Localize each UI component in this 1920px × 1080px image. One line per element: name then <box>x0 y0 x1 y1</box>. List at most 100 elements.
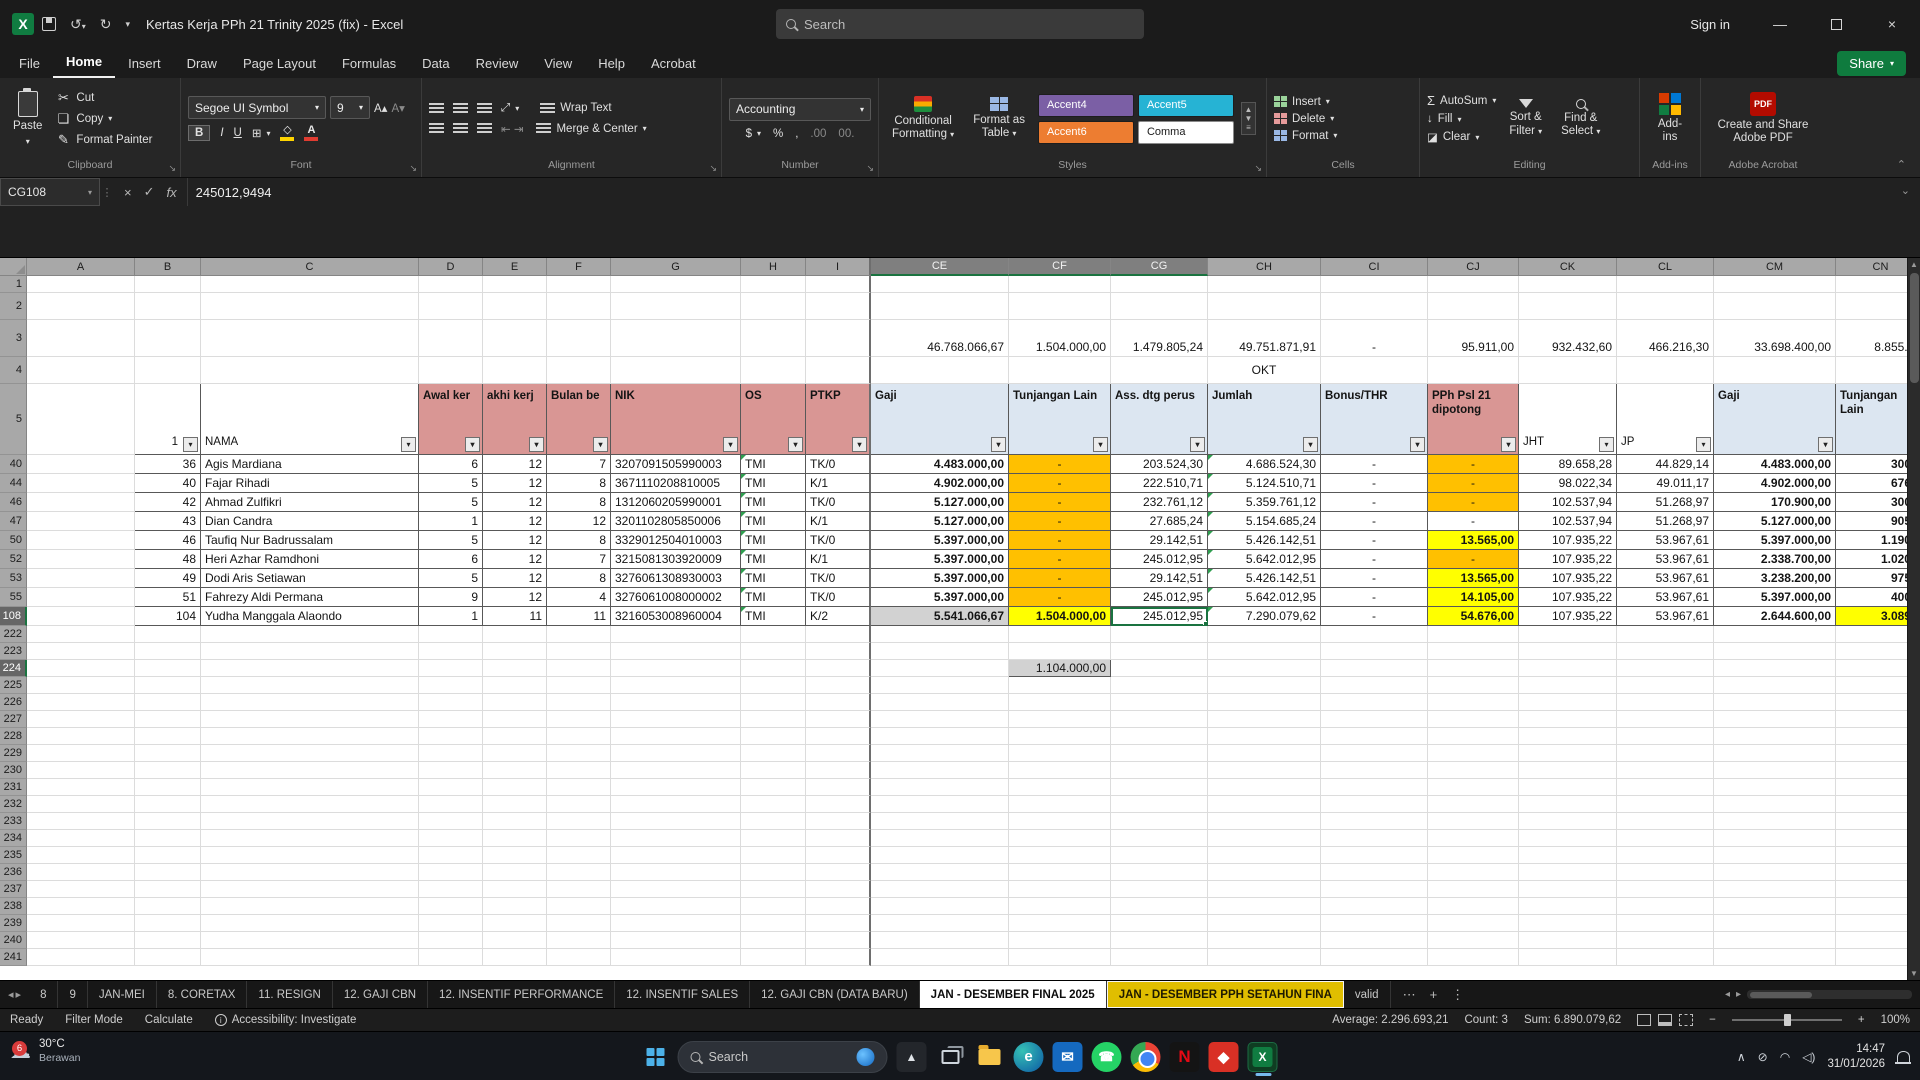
percent-style-icon[interactable]: % <box>773 128 783 140</box>
cell-F53[interactable]: 8 <box>547 569 611 588</box>
header-cell-CG[interactable]: Ass. dtg perus▾ <box>1111 384 1208 455</box>
cell-CE53[interactable]: 5.397.000,00 <box>871 569 1009 588</box>
cell-F[interactable] <box>547 677 611 694</box>
cell-CF[interactable] <box>1009 762 1111 779</box>
increase-font-icon[interactable]: A▴ <box>374 101 387 115</box>
cell-H[interactable] <box>741 728 806 745</box>
cell-CH[interactable] <box>1208 949 1321 966</box>
cell-D[interactable] <box>419 779 483 796</box>
row-header-234[interactable]: 234 <box>0 830 27 847</box>
cell-H[interactable] <box>741 643 806 660</box>
cell-CL52[interactable]: 53.967,61 <box>1617 550 1714 569</box>
close-button[interactable]: × <box>1864 0 1920 48</box>
cell-CF50[interactable]: - <box>1009 531 1111 550</box>
cell-C[interactable] <box>201 813 419 830</box>
start-button[interactable] <box>643 1044 669 1070</box>
minimize-button[interactable]: — <box>1752 0 1808 48</box>
cell-CG[interactable] <box>1111 694 1208 711</box>
cell-CJ[interactable] <box>1428 357 1519 384</box>
cancel-entry-icon[interactable]: × <box>124 185 132 200</box>
cell-G52[interactable]: 3215081303920009 <box>611 550 741 569</box>
cell-CJ[interactable] <box>1428 745 1519 762</box>
cell-G[interactable] <box>611 276 741 293</box>
cell-CF47[interactable]: - <box>1009 512 1111 531</box>
cell-CG[interactable] <box>1111 813 1208 830</box>
cell-E[interactable] <box>483 881 547 898</box>
cell-A[interactable] <box>27 898 135 915</box>
row-header-2[interactable]: 2 <box>0 293 27 320</box>
cell-CK50[interactable]: 107.935,22 <box>1519 531 1617 550</box>
cell-CM50[interactable]: 5.397.000,00 <box>1714 531 1836 550</box>
cell-C[interactable] <box>201 779 419 796</box>
horizontal-scroll-thumb[interactable] <box>1750 992 1812 998</box>
cell-H108[interactable]: TMI <box>741 607 806 626</box>
cell-CE[interactable] <box>871 660 1009 677</box>
cell-CK55[interactable]: 107.935,22 <box>1519 588 1617 607</box>
cell-G[interactable] <box>611 677 741 694</box>
cell-CG[interactable] <box>1111 660 1208 677</box>
cell-CK[interactable] <box>1519 881 1617 898</box>
row-header-241[interactable]: 241 <box>0 949 27 966</box>
cell-D[interactable] <box>419 796 483 813</box>
cell-CI[interactable] <box>1321 357 1428 384</box>
cell-CL[interactable] <box>1617 949 1714 966</box>
cell-CL[interactable] <box>1617 357 1714 384</box>
cell-CG52[interactable]: 245.012,95 <box>1111 550 1208 569</box>
zoom-slider[interactable] <box>1732 1019 1842 1021</box>
cell-B[interactable] <box>135 643 201 660</box>
cell-CI[interactable] <box>1321 728 1428 745</box>
cell-G44[interactable]: 3671110208810005 <box>611 474 741 493</box>
status-sum[interactable]: Sum: 6.890.079,62 <box>1524 1014 1621 1026</box>
cell-CG[interactable] <box>1111 276 1208 293</box>
cell-CK[interactable] <box>1519 813 1617 830</box>
cell-E47[interactable]: 12 <box>483 512 547 531</box>
cell-F[interactable] <box>547 762 611 779</box>
column-header-CI[interactable]: CI <box>1321 258 1428 276</box>
cell-CH[interactable] <box>1208 779 1321 796</box>
italic-button[interactable]: I <box>220 127 223 139</box>
cell-B[interactable] <box>135 320 201 357</box>
cell-CF[interactable] <box>1009 779 1111 796</box>
cell-CL55[interactable]: 53.967,61 <box>1617 588 1714 607</box>
filter-button-F[interactable]: ▾ <box>593 437 608 452</box>
prev-sheet-icon[interactable]: ◂ <box>8 988 14 1001</box>
cell-H52[interactable]: TMI <box>741 550 806 569</box>
paste-button[interactable]: Paste▾ <box>7 89 48 147</box>
header-cell-G[interactable]: NIK▾ <box>611 384 741 455</box>
cell-H[interactable] <box>741 660 806 677</box>
cell-CG[interactable] <box>1111 762 1208 779</box>
cell-CH[interactable] <box>1208 881 1321 898</box>
cell-D[interactable] <box>419 745 483 762</box>
cell-C[interactable] <box>201 643 419 660</box>
row-header-228[interactable]: 228 <box>0 728 27 745</box>
cell-A[interactable] <box>27 357 135 384</box>
cell-D[interactable] <box>419 660 483 677</box>
cell-D[interactable] <box>419 728 483 745</box>
cell-CF[interactable] <box>1009 276 1111 293</box>
column-header-CM[interactable]: CM <box>1714 258 1836 276</box>
cell-B[interactable] <box>135 660 201 677</box>
cell-I[interactable] <box>806 357 871 384</box>
cell-E[interactable] <box>483 796 547 813</box>
cell-B44[interactable]: 40 <box>135 474 201 493</box>
cell-CL[interactable] <box>1617 626 1714 643</box>
cell-D[interactable] <box>419 762 483 779</box>
filter-button-CJ[interactable]: ▾ <box>1501 437 1516 452</box>
cell-A[interactable] <box>27 320 135 357</box>
cell-E53[interactable]: 12 <box>483 569 547 588</box>
cell-CE[interactable] <box>871 915 1009 932</box>
cell-CE[interactable] <box>871 898 1009 915</box>
cell-F40[interactable]: 7 <box>547 455 611 474</box>
cell-A[interactable] <box>27 932 135 949</box>
cell-CI[interactable] <box>1321 745 1428 762</box>
undo-icon[interactable]: ↺▾ <box>70 16 86 33</box>
cell-A[interactable] <box>27 779 135 796</box>
formula-input[interactable]: 245012,9494 <box>188 178 1920 206</box>
column-header-E[interactable]: E <box>483 258 547 276</box>
cell-CE[interactable] <box>871 643 1009 660</box>
cell-I[interactable] <box>806 320 871 357</box>
row-header-230[interactable]: 230 <box>0 762 27 779</box>
cell-CL50[interactable]: 53.967,61 <box>1617 531 1714 550</box>
column-header-CG[interactable]: CG <box>1111 258 1208 276</box>
filter-button-G[interactable]: ▾ <box>723 437 738 452</box>
